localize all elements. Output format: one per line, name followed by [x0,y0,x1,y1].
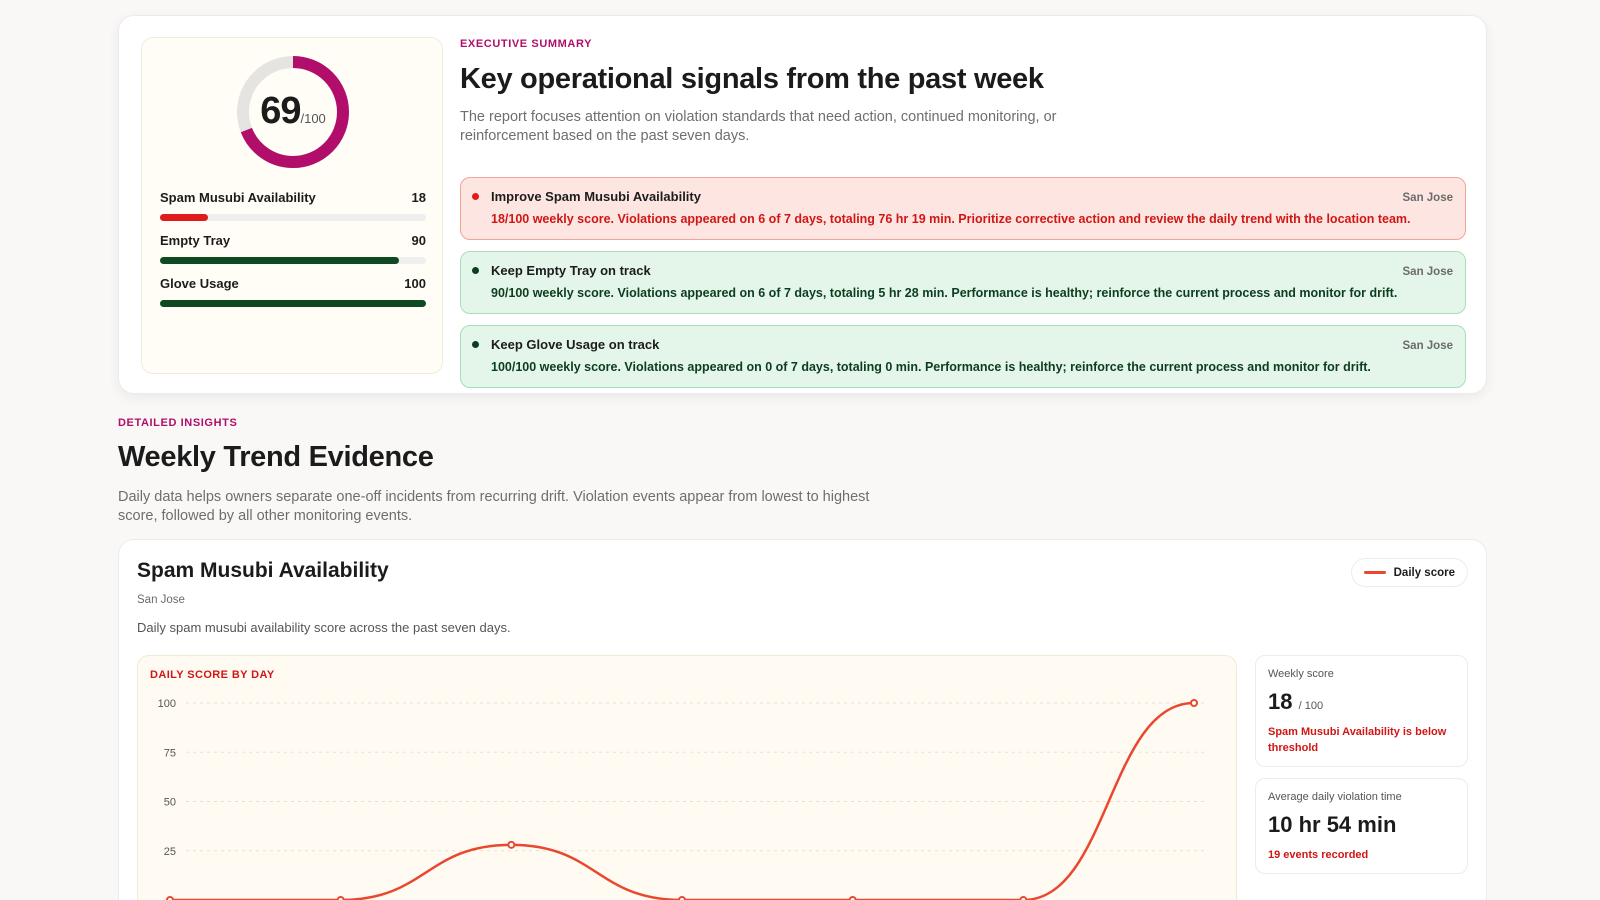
overall-score-panel: 69/100 Spam Musubi Availability 18 Empty… [141,37,443,374]
metric-progress-fill [160,300,426,307]
metric-spam-musubi: Spam Musubi Availability 18 [160,190,426,221]
avg-violation-stat: Average daily violation time 10 hr 54 mi… [1255,778,1468,874]
data-point[interactable] [507,840,516,849]
trend-card: Spam Musubi Availability San Jose Daily … [118,539,1487,900]
section-title: Weekly Trend Evidence [118,441,434,473]
alert-card[interactable]: Keep Empty Tray on track San Jose 90/100… [460,251,1466,314]
overall-score-gauge: 69/100 [235,54,351,170]
stat-value-wrap: 18 / 100 [1268,689,1455,715]
alert-body: 100/100 weekly score. Violations appeare… [491,360,1371,374]
y-tick-label: 75 [164,747,176,759]
alert-card[interactable]: Keep Glove Usage on track San Jose 100/1… [460,325,1466,388]
legend-line-icon [1363,571,1386,574]
alert-location: San Jose [1402,192,1454,204]
metric-progress-bar [160,300,426,307]
stat-label: Weekly score [1268,668,1334,680]
daily-score-chart: DAILY SCORE BY DAY 100 75 50 25 [137,655,1237,900]
overall-score-max: /100 [300,111,326,126]
alert-location: San Jose [1402,266,1454,278]
detailed-insights-header: DETAILED INSIGHTS Weekly Trend Evidence … [118,417,878,526]
stat-note: 19 events recorded [1268,849,1369,861]
legend-label: Daily score [1393,566,1455,579]
metric-value: 18 [411,190,426,205]
stat-label: Average daily violation time [1268,791,1402,803]
stat-note: Spam Musubi Availability is below thresh… [1268,726,1447,754]
alert-location: San Jose [1402,340,1454,352]
trend-card-description: Daily spam musubi availability score acr… [137,620,511,635]
metric-glove-usage: Glove Usage 100 [160,276,426,307]
metric-value: 90 [411,233,426,248]
stat-unit: / 100 [1298,700,1324,712]
data-point[interactable] [1190,699,1198,707]
weekly-score-stat: Weekly score 18 / 100 Spam Musubi Availa… [1255,655,1468,767]
metric-progress-bar [160,214,426,221]
alert-body: 18/100 weekly score. Violations appeared… [491,212,1411,226]
alert-body: 90/100 weekly score. Violations appeared… [491,286,1398,300]
section-eyebrow: EXECUTIVE SUMMARY [460,38,593,50]
status-dot-icon [472,267,479,274]
metric-empty-tray: Empty Tray 90 [160,233,426,264]
overall-score-value: 69 [260,90,301,132]
alert-title: Keep Glove Usage on track [491,337,660,352]
trend-card-location: San Jose [137,594,185,606]
executive-summary-card: 69/100 Spam Musubi Availability 18 Empty… [118,15,1487,394]
trend-card-title: Spam Musubi Availability [137,559,389,582]
stat-value: 10 hr 54 min [1268,812,1397,837]
y-tick-label: 50 [164,797,176,809]
metric-label: Glove Usage [160,276,239,291]
status-dot-icon [472,341,479,348]
y-tick-label: 100 [158,698,176,710]
metric-value: 100 [404,276,426,291]
section-title: Key operational signals from the past we… [460,63,1044,95]
alert-card[interactable]: Improve Spam Musubi Availability San Jos… [460,177,1466,240]
section-description: Daily data helps owners separate one-off… [118,489,870,524]
section-description: The report focuses attention on violatio… [460,109,1057,144]
metric-progress-fill [160,257,400,264]
executive-summary-content: EXECUTIVE SUMMARY Key operational signal… [460,38,1466,388]
section-eyebrow: DETAILED INSIGHTS [118,417,238,429]
metric-progress-bar [160,257,426,264]
metric-label: Empty Tray [160,233,231,248]
alert-title: Improve Spam Musubi Availability [491,189,701,204]
metric-progress-fill [160,214,208,221]
overall-score-readout: 69/100 [235,90,351,133]
alert-title: Keep Empty Tray on track [491,263,651,278]
y-tick-label: 25 [164,846,176,858]
chart-legend: Daily score [1350,558,1468,587]
metric-label: Spam Musubi Availability [160,190,316,205]
chart-plot: 100 75 50 25 [158,698,1208,900]
stat-value: 18 [1268,689,1293,714]
status-dot-icon [472,193,479,200]
